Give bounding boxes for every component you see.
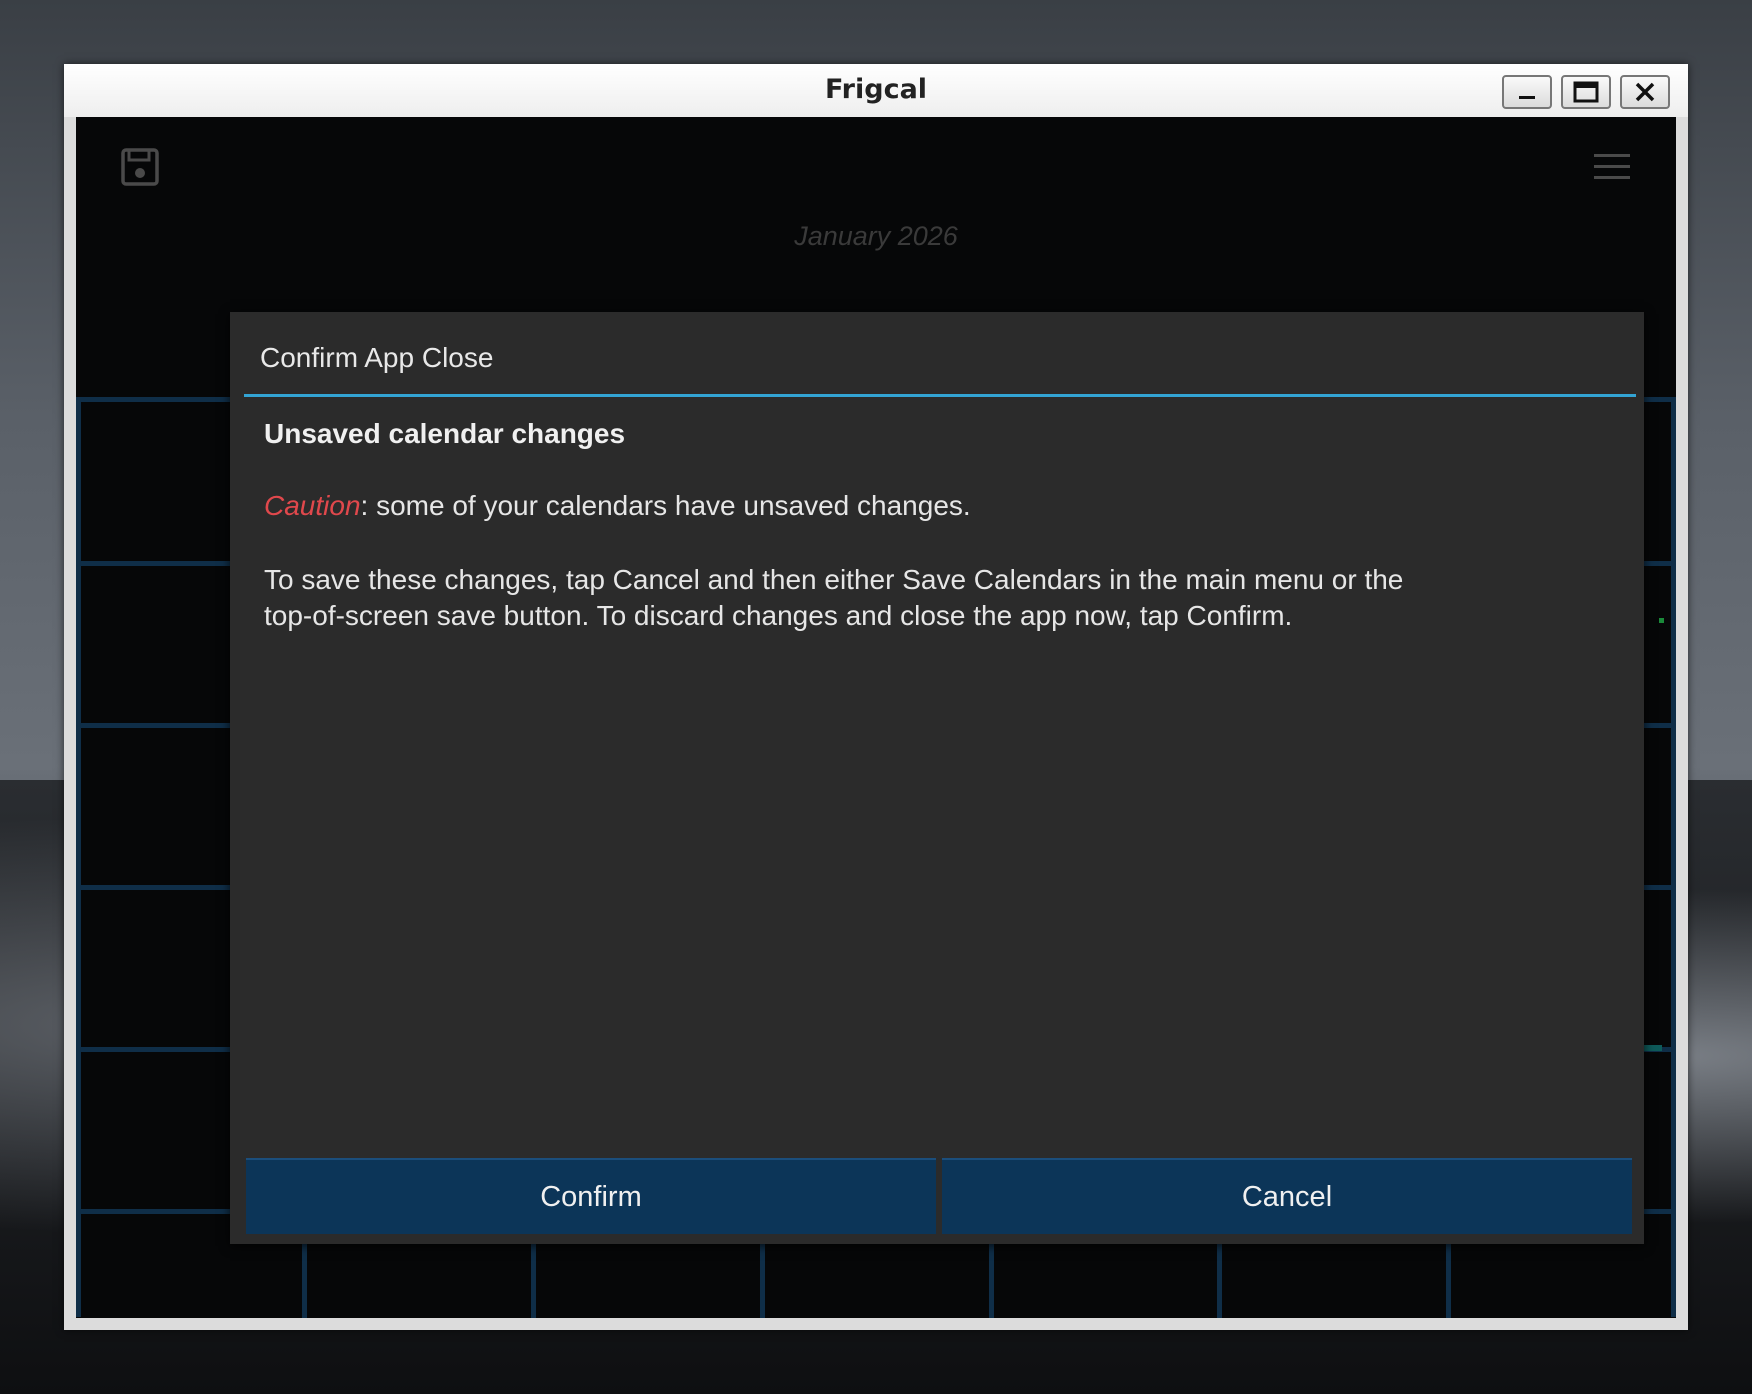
- app-window: Frigcal January 2026 Confirm App Close U…: [64, 64, 1688, 1330]
- dialog-heading: Unsaved calendar changes: [264, 418, 626, 449]
- confirm-button[interactable]: Confirm: [246, 1158, 936, 1234]
- close-button[interactable]: [1620, 75, 1670, 109]
- dialog-body-line: top-of-screen save button. To discard ch…: [264, 600, 1293, 631]
- dialog-title: Confirm App Close: [260, 342, 494, 373]
- minimize-icon: [1519, 96, 1535, 99]
- cancel-button[interactable]: Cancel: [942, 1158, 1632, 1234]
- confirm-close-dialog: Confirm App Close Unsaved calendar chang…: [230, 312, 1644, 1244]
- caution-label: Caution: [264, 490, 361, 521]
- window-title: Frigcal: [824, 74, 928, 105]
- grid-line: [76, 397, 81, 1317]
- minimize-button[interactable]: [1502, 75, 1552, 109]
- floppy-save-icon[interactable]: [120, 147, 160, 187]
- window-titlebar[interactable]: Frigcal: [64, 64, 1688, 117]
- hamburger-menu-icon[interactable]: [1592, 151, 1632, 183]
- caution-message: Caution: some of your calendars have uns…: [264, 490, 971, 522]
- maximize-icon: [1573, 81, 1599, 103]
- month-title: January 2026: [794, 221, 958, 251]
- dialog-title-separator: [244, 394, 1636, 397]
- dialog-body-line: To save these changes, tap Cancel and th…: [264, 564, 1404, 595]
- caution-text: : some of your calendars have unsaved ch…: [360, 490, 971, 521]
- maximize-button[interactable]: [1561, 75, 1611, 109]
- dialog-body: To save these changes, tap Cancel and th…: [264, 562, 1544, 634]
- event-marker: [1659, 618, 1664, 623]
- close-icon: [1635, 82, 1655, 102]
- grid-line: [1671, 397, 1676, 1317]
